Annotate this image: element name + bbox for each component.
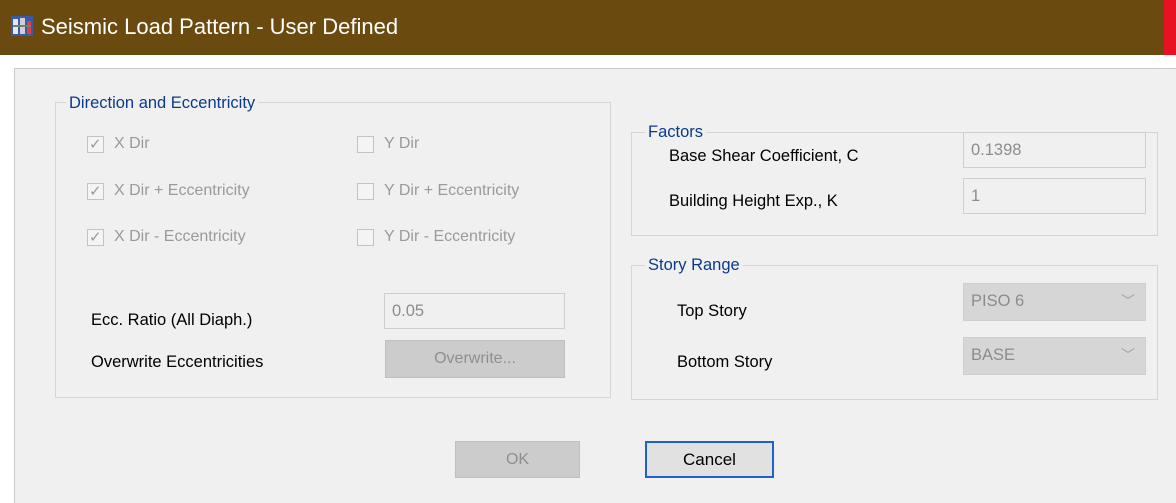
checkbox-y-dir-minus-ecc[interactable]: Y Dir - Eccentricity xyxy=(357,228,515,246)
checkbox-x-dir[interactable]: ✓ X Dir xyxy=(87,135,150,153)
bottom-story-label: Bottom Story xyxy=(677,353,773,371)
height-exp-label: Building Height Exp., K xyxy=(669,192,838,210)
top-story-select[interactable]: PISO 6 ﹀ xyxy=(963,283,1146,321)
checkbox-box[interactable] xyxy=(357,182,374,200)
ecc-ratio-field[interactable]: 0.05 xyxy=(384,293,565,329)
height-exp-field[interactable]: 1 xyxy=(963,178,1146,214)
story-range-legend: Story Range xyxy=(645,255,743,275)
checkbox-x-dir-plus-ecc[interactable]: ✓ X Dir + Eccentricity xyxy=(87,182,250,200)
checkbox-y-dir-plus-ecc[interactable]: Y Dir + Eccentricity xyxy=(357,182,519,200)
direction-eccentricity-legend: Direction and Eccentricity xyxy=(66,93,259,113)
title-bar: Seismic Load Pattern - User Defined xyxy=(0,0,1176,55)
base-shear-label: Base Shear Coefficient, C xyxy=(669,147,859,165)
base-shear-field[interactable]: 0.1398 xyxy=(963,132,1146,168)
top-story-label: Top Story xyxy=(677,302,747,320)
checkbox-y-dir[interactable]: Y Dir xyxy=(357,135,419,153)
checkbox-x-dir-minus-ecc[interactable]: ✓ X Dir - Eccentricity xyxy=(87,228,246,246)
checkbox-box[interactable] xyxy=(357,135,374,153)
chevron-down-icon: ﹀ xyxy=(1121,293,1135,309)
app-icon xyxy=(11,16,33,36)
checkbox-box[interactable]: ✓ xyxy=(87,228,104,246)
ok-button[interactable]: OK xyxy=(455,441,580,478)
window-title: Seismic Load Pattern - User Defined xyxy=(41,14,399,39)
factors-legend: Factors xyxy=(645,122,707,142)
overwrite-button[interactable]: Overwrite... xyxy=(385,340,565,378)
cancel-button[interactable]: Cancel xyxy=(645,441,774,478)
checkbox-box[interactable]: ✓ xyxy=(87,135,104,153)
ecc-ratio-label: Ecc. Ratio (All Diaph.) xyxy=(91,311,253,329)
chevron-down-icon: ﹀ xyxy=(1121,347,1135,363)
overwrite-eccentricities-label: Overwrite Eccentricities xyxy=(91,353,264,371)
checkbox-box[interactable] xyxy=(357,228,374,246)
close-button-edge[interactable] xyxy=(1164,0,1176,55)
bottom-story-select[interactable]: BASE ﹀ xyxy=(963,337,1146,375)
checkbox-box[interactable]: ✓ xyxy=(87,182,104,200)
